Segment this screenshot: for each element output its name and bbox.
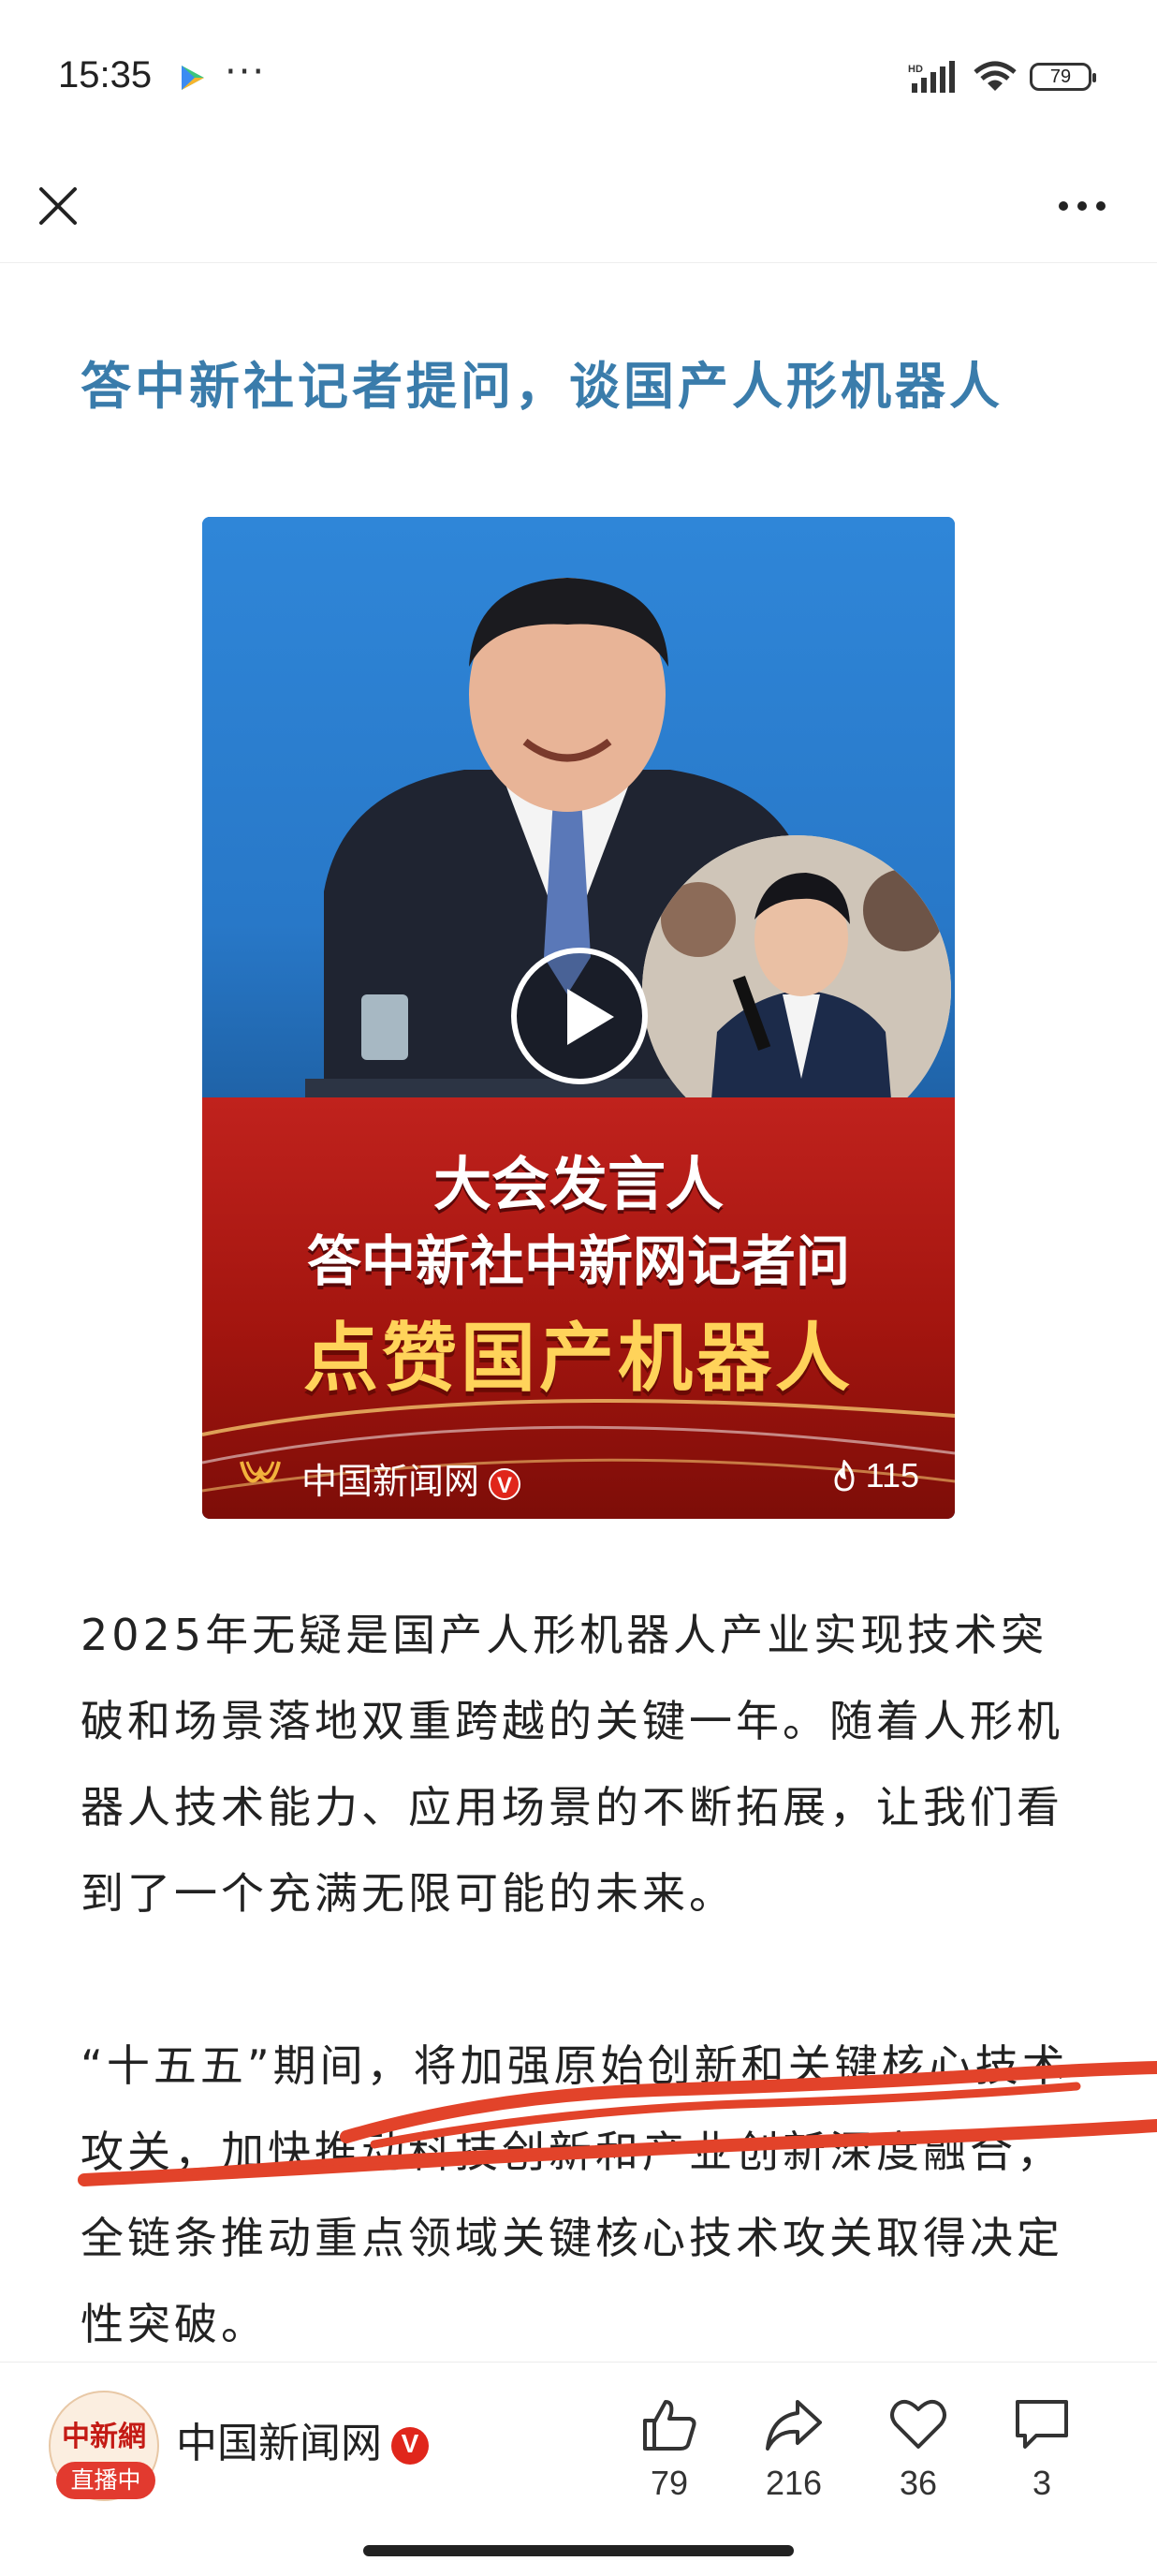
status-more-dots: ··· [225,51,267,94]
video-view-count: 115 [830,1456,919,1495]
close-icon[interactable] [28,176,88,236]
banner-line-2: 答中新社中新网记者问 [306,1229,850,1293]
battery-icon: 79 [1030,63,1096,91]
like-button[interactable]: 79 [618,2396,721,2503]
share-button[interactable]: 216 [742,2396,845,2503]
video-views-value: 115 [865,1456,919,1494]
banner-line-1: 大会发言人 [432,1150,724,1218]
like-count: 79 [650,2464,689,2502]
verified-badge: V [489,1467,521,1500]
more-dot [1059,201,1068,211]
more-icon[interactable] [1045,176,1120,236]
svg-text:HD: HD [908,64,923,75]
app-store-icon [182,66,204,90]
comment-button[interactable]: 3 [990,2396,1093,2503]
bottom-action-bar: 中新網 直播中 中国新闻网 V 79 216 36 3 [0,2362,1157,2576]
wifi-icon [974,61,1017,91]
play-icon[interactable] [511,948,648,1084]
fire-icon [834,1460,855,1492]
share-count: 216 [765,2464,823,2502]
favorite-count: 36 [899,2464,938,2502]
more-dot [1096,201,1106,211]
status-indicators: HD 79 [908,58,1096,96]
more-dot [1077,201,1087,211]
article-paragraph: “十五五”期间，将加强原始创新和关键核心技术攻关，加快推动科技创新和产业创新深度… [81,2040,1069,2349]
article-paragraph: 2025年无疑是国产人形机器人产业实现技术突破和场景落地双重跨越的关键一年。随着… [81,1610,1063,1919]
video-source-name: 中国新闻网 V [301,1452,521,1504]
comment-count: 3 [1032,2464,1052,2502]
status-time: 15:35 [58,54,153,96]
video-source-label: 中国新闻网 [301,1461,480,1502]
thumbs-up-icon [643,2400,696,2451]
home-indicator[interactable] [363,2545,794,2556]
share-icon [766,2400,822,2451]
live-badge[interactable]: 直播中 [56,2462,155,2499]
nav-bar [0,150,1157,263]
video-player[interactable]: 大会发言人 答中新社中新网记者问 点赞国产机器人 中国新闻网 V 115 [202,517,955,1519]
heart-icon [890,2399,946,2449]
weibo-logo-icon [240,1461,281,1483]
article-title: 答中新社记者提问，谈国产人形机器人 [81,357,1003,416]
avatar-logo-text: 中新網 [62,2421,146,2453]
channel-name[interactable]: 中国新闻网 V [176,2409,429,2469]
status-bar: 15:35 ··· HD 79 [0,0,1157,159]
favorite-button[interactable]: 36 [867,2396,970,2503]
comment-icon [1016,2400,1068,2449]
video-footer: 中国新闻网 V 115 [202,1439,955,1514]
verified-badge: V [391,2427,429,2465]
channel-name-label: 中国新闻网 [176,2420,382,2467]
hd-signal-icon: HD [908,61,955,93]
